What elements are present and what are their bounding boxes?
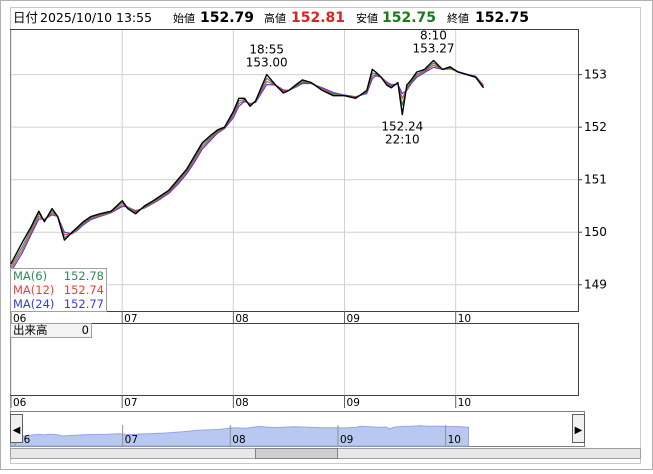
close-value: 152.75 bbox=[475, 10, 529, 26]
x-tick-label: 09 bbox=[347, 397, 360, 409]
ohlc-header: 日付 2025/10/10 13:55 始値 152.79 高値 152.81 … bbox=[13, 10, 529, 26]
navigator-tick-label: 09 bbox=[340, 434, 353, 446]
ma-legend-label-ma12: MA(12) bbox=[13, 283, 54, 297]
open-label: 始値 bbox=[173, 11, 195, 25]
y-tick-label: 152 bbox=[584, 120, 607, 134]
ma-legend: MA(6) 152.78 MA(12) 152.74 MA(24) 152.77 bbox=[10, 268, 107, 312]
y-tick-label: 149 bbox=[584, 278, 607, 292]
chevron-right-icon: ▶ bbox=[575, 425, 583, 436]
volume-value: 0 bbox=[82, 323, 89, 337]
low-value: 152.75 bbox=[382, 10, 436, 26]
annotation-label: 18:55 bbox=[249, 43, 284, 57]
price-chart: 日付 2025/10/10 13:55 始値 152.79 高値 152.81 … bbox=[0, 0, 653, 470]
date-label: 日付 bbox=[13, 10, 38, 25]
navigator-tick-label: 08 bbox=[232, 434, 245, 446]
ma-legend-value-ma6: 152.78 bbox=[64, 269, 104, 283]
low-label: 安値 bbox=[356, 11, 378, 25]
x-tick-label: 10 bbox=[458, 397, 471, 409]
high-label: 高値 bbox=[264, 11, 286, 25]
ma-legend-value-ma12: 152.74 bbox=[64, 283, 104, 297]
annotation-label: 153.00 bbox=[246, 56, 288, 70]
x-tick-label: 07 bbox=[124, 397, 137, 409]
annotation-label: 153.27 bbox=[412, 41, 454, 55]
annotation-label: 152.24 bbox=[381, 120, 423, 134]
volume-panel bbox=[10, 323, 579, 396]
navigator-right-button[interactable]: ▶ bbox=[572, 414, 585, 443]
close-label: 終値 bbox=[447, 11, 469, 25]
price-chart-app: 日付 2025/10/10 13:55 始値 152.79 高値 152.81 … bbox=[0, 0, 653, 470]
x-tick-label: 06 bbox=[13, 397, 27, 409]
navigator-left-button[interactable]: ◀ bbox=[10, 414, 23, 443]
navigator-tick-label: 07 bbox=[125, 434, 138, 446]
volume-label: 出来高 bbox=[13, 323, 48, 337]
datetime-value: 2025/10/10 13:55 bbox=[40, 10, 152, 25]
y-tick-label: 150 bbox=[584, 225, 607, 239]
open-value: 152.79 bbox=[200, 10, 254, 26]
x-tick-label: 08 bbox=[235, 397, 248, 409]
annotation-label: 22:10 bbox=[385, 133, 420, 147]
y-tick-label: 151 bbox=[584, 173, 607, 187]
ma-legend-label-ma6: MA(6) bbox=[13, 269, 47, 283]
annotation-label: 8:10 bbox=[420, 28, 447, 42]
scrollbar-thumb[interactable] bbox=[255, 448, 338, 459]
high-value: 152.81 bbox=[291, 10, 345, 26]
ma-legend-label-ma24: MA(24) bbox=[13, 297, 54, 311]
y-tick-label: 153 bbox=[584, 68, 607, 82]
ma-legend-value-ma24: 152.77 bbox=[64, 297, 104, 311]
chevron-left-icon: ◀ bbox=[13, 425, 21, 436]
navigator-tick-label: 10 bbox=[448, 434, 461, 446]
